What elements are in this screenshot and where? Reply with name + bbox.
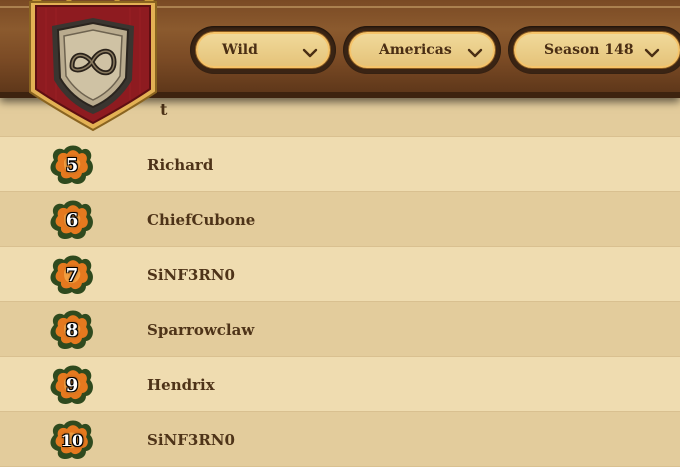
player-name: Hendrix	[147, 375, 215, 394]
rank-number: 8	[65, 319, 79, 341]
chevron-down-icon	[302, 48, 318, 58]
region-dropdown-face: Americas	[349, 32, 495, 68]
player-name: SiNF3RN0	[147, 265, 235, 284]
table-row[interactable]: 10 SiNF3RN0	[0, 412, 680, 467]
leaderboard-emblem-icon	[29, 0, 157, 132]
table-row[interactable]: 9 Hendrix	[0, 357, 680, 412]
rank-number: 5	[65, 154, 79, 176]
player-name: ChiefCubone	[147, 210, 256, 229]
table-row[interactable]: 8 Sparrowclaw	[0, 302, 680, 357]
region-dropdown[interactable]: Americas	[343, 26, 501, 74]
table-row[interactable]: 7 SiNF3RN0	[0, 247, 680, 302]
rank-number: 7	[65, 264, 79, 286]
rank-number: 10	[60, 430, 84, 450]
mode-dropdown[interactable]: Wild	[190, 26, 336, 74]
table-row[interactable]: 6 ChiefCubone	[0, 192, 680, 247]
rank-number: 6	[65, 209, 79, 231]
table-row[interactable]: 5 Richard	[0, 137, 680, 192]
mode-dropdown-label: Wild	[222, 42, 258, 58]
season-dropdown-face: Season 148	[514, 32, 680, 68]
season-dropdown-label: Season 148	[544, 42, 634, 58]
chevron-down-icon	[467, 48, 483, 58]
player-name: SiNF3RN0	[147, 430, 235, 449]
rank-number: 9	[65, 374, 79, 396]
mode-dropdown-face: Wild	[196, 32, 330, 68]
chevron-down-icon	[644, 48, 660, 58]
player-name: Richard	[147, 155, 214, 174]
leaderboard-list: t 5 Richard 6 ChiefCubone 7 SiNF3RN0 8 S…	[0, 82, 680, 467]
player-name: Sparrowclaw	[147, 320, 255, 339]
season-dropdown[interactable]: Season 148	[508, 26, 680, 74]
region-dropdown-label: Americas	[379, 42, 452, 58]
